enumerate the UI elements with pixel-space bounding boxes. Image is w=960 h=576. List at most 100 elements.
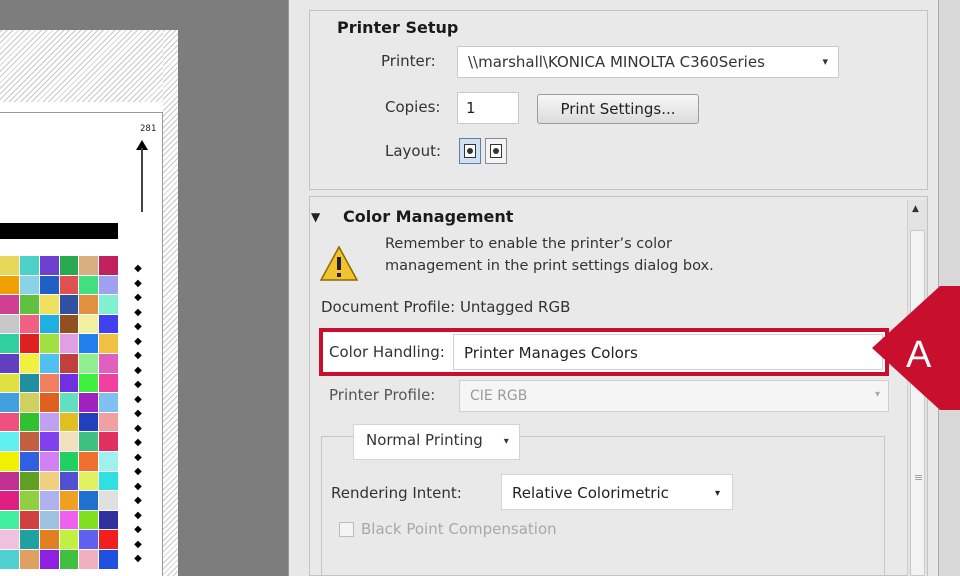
- color-swatch: [99, 393, 118, 412]
- color-swatch: [99, 412, 118, 432]
- color-swatch: [39, 491, 59, 510]
- printer-dropdown[interactable]: \\marshall\KONICA MINOLTA C360Series ▾: [457, 46, 839, 78]
- color-swatch: [39, 549, 59, 569]
- color-swatch: [59, 412, 79, 432]
- print-settings-button[interactable]: Print Settings...: [537, 94, 699, 124]
- registration-mark-icon: ◆: [134, 538, 142, 550]
- color-swatch: [39, 275, 59, 295]
- color-swatch: [59, 432, 79, 451]
- color-swatch: [79, 393, 99, 412]
- color-swatch: [0, 295, 19, 314]
- color-swatch: [59, 549, 79, 569]
- color-swatch: [99, 471, 118, 491]
- color-swatch: [79, 295, 99, 314]
- color-swatch: [99, 432, 118, 451]
- portrait-icon: [464, 144, 476, 158]
- color-swatch: [79, 510, 99, 530]
- color-swatch: [79, 256, 99, 275]
- registration-mark-icon: ◆: [134, 379, 142, 390]
- color-swatch-grid: [0, 256, 118, 576]
- registration-mark-icon: ◆: [134, 495, 142, 506]
- layout-portrait-button[interactable]: [459, 138, 481, 164]
- color-swatch: [19, 295, 39, 314]
- callout-letter: A: [906, 334, 932, 376]
- color-swatch: [0, 471, 19, 491]
- color-swatch: [0, 393, 19, 412]
- color-swatch: [59, 471, 79, 491]
- preview-margin-hatch-right: [163, 30, 178, 576]
- color-swatch: [19, 314, 39, 334]
- layout-label: Layout:: [385, 142, 442, 160]
- preview-black-bar: [0, 223, 118, 239]
- printer-dropdown-value: \\marshall\KONICA MINOLTA C360Series: [468, 53, 765, 71]
- color-swatch: [59, 295, 79, 314]
- color-swatch: [79, 314, 99, 334]
- warning-text-line1: Remember to enable the printer’s color: [385, 236, 672, 252]
- collapse-triangle-icon[interactable]: ▼: [311, 210, 320, 224]
- registration-mark-icon: ◆: [134, 364, 142, 376]
- color-swatch: [19, 256, 39, 275]
- page-dimension-label: 281: [140, 124, 157, 134]
- black-point-compensation-checkbox[interactable]: [339, 522, 354, 537]
- color-swatch: [0, 373, 19, 393]
- layout-landscape-button[interactable]: [485, 138, 507, 164]
- color-swatch: [99, 256, 118, 275]
- registration-marks-column: ◆ ◆ ◆ ◆ ◆ ◆ ◆ ◆ ◆ ◆ ◆ ◆ ◆ ◆ ◆ ◆ ◆ ◆ ◆ ◆ ◆: [130, 262, 146, 576]
- color-swatch: [0, 491, 19, 510]
- color-management-heading[interactable]: Color Management: [343, 207, 513, 226]
- color-swatch: [19, 471, 39, 491]
- copies-input[interactable]: 1: [457, 92, 519, 124]
- color-swatch: [39, 451, 59, 471]
- printing-mode-dropdown[interactable]: Normal Printing ▾: [353, 424, 520, 460]
- color-swatch: [0, 334, 19, 353]
- color-swatch: [99, 530, 118, 549]
- color-swatch: [19, 275, 39, 295]
- color-swatch: [39, 334, 59, 353]
- color-swatch: [79, 432, 99, 451]
- color-swatch: [79, 491, 99, 510]
- color-swatch: [59, 353, 79, 373]
- color-swatch: [39, 471, 59, 491]
- color-swatch: [19, 549, 39, 569]
- registration-mark-icon: ◆: [134, 306, 142, 318]
- registration-mark-icon: ◆: [134, 277, 142, 289]
- color-swatch: [39, 314, 59, 334]
- color-swatch: [79, 373, 99, 393]
- copies-label: Copies:: [385, 98, 441, 116]
- color-swatch: [99, 451, 118, 471]
- registration-mark-icon: ◆: [134, 321, 142, 332]
- color-swatch: [99, 314, 118, 334]
- printer-label: Printer:: [381, 52, 436, 70]
- warning-icon: [319, 245, 359, 281]
- color-swatch: [99, 275, 118, 295]
- registration-mark-icon: ◆: [134, 451, 142, 463]
- printer-profile-dropdown[interactable]: CIE RGB ▾: [459, 380, 889, 412]
- color-swatch: [19, 491, 39, 510]
- registration-mark-icon: ◆: [134, 292, 142, 303]
- scroll-up-icon[interactable]: ▲: [912, 204, 919, 214]
- color-swatch: [19, 393, 39, 412]
- color-swatch: [19, 353, 39, 373]
- color-swatch: [39, 393, 59, 412]
- chevron-down-icon: ▾: [503, 436, 509, 447]
- color-handling-dropdown[interactable]: Printer Manages Colors: [453, 334, 883, 370]
- color-swatch: [19, 334, 39, 353]
- color-swatch: [59, 314, 79, 334]
- color-swatch: [79, 275, 99, 295]
- preview-margin-hatch-top: [0, 30, 178, 102]
- color-swatch: [99, 353, 118, 373]
- color-swatch: [0, 353, 19, 373]
- color-swatch: [79, 471, 99, 491]
- registration-mark-icon: ◆: [134, 466, 142, 477]
- color-swatch: [79, 530, 99, 549]
- color-swatch: [0, 256, 19, 275]
- color-swatch: [59, 373, 79, 393]
- warning-text-line2: management in the print settings dialog …: [385, 258, 714, 274]
- color-swatch: [59, 530, 79, 549]
- registration-mark-icon: ◆: [134, 335, 142, 347]
- printer-setup-heading: Printer Setup: [337, 18, 459, 37]
- color-handling-value: Printer Manages Colors: [464, 344, 638, 362]
- color-swatch: [79, 353, 99, 373]
- rendering-intent-dropdown[interactable]: Relative Colorimetric ▾: [501, 474, 733, 510]
- color-swatch: [59, 393, 79, 412]
